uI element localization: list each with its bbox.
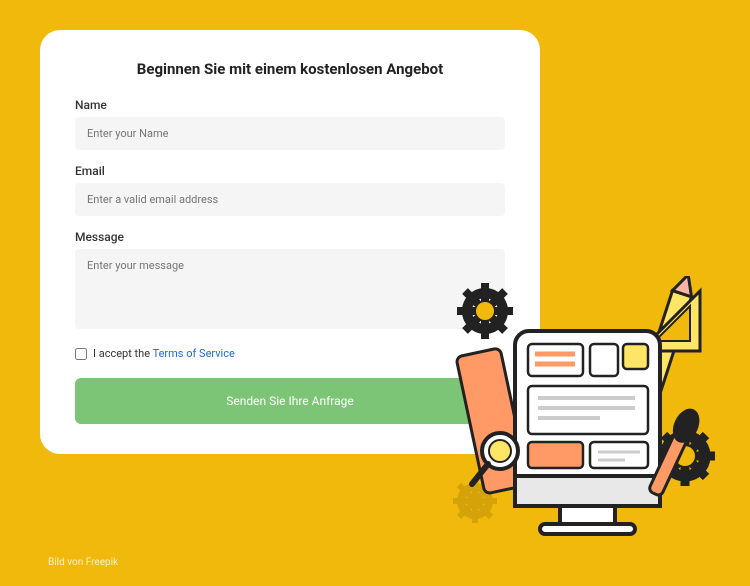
email-label: Email (75, 164, 505, 178)
design-illustration-icon (440, 276, 720, 556)
message-label: Message (75, 230, 505, 244)
image-credit: Bild von Freepik (48, 557, 118, 568)
accept-text: I accept the (93, 347, 153, 360)
tos-link[interactable]: Terms of Service (153, 347, 235, 360)
tos-label: I accept the Terms of Service (93, 347, 235, 360)
name-input[interactable] (75, 117, 505, 150)
form-title: Beginnen Sie mit einem kostenlosen Angeb… (75, 60, 505, 78)
name-label: Name (75, 98, 505, 112)
email-input[interactable] (75, 183, 505, 216)
tos-checkbox[interactable] (75, 348, 87, 360)
